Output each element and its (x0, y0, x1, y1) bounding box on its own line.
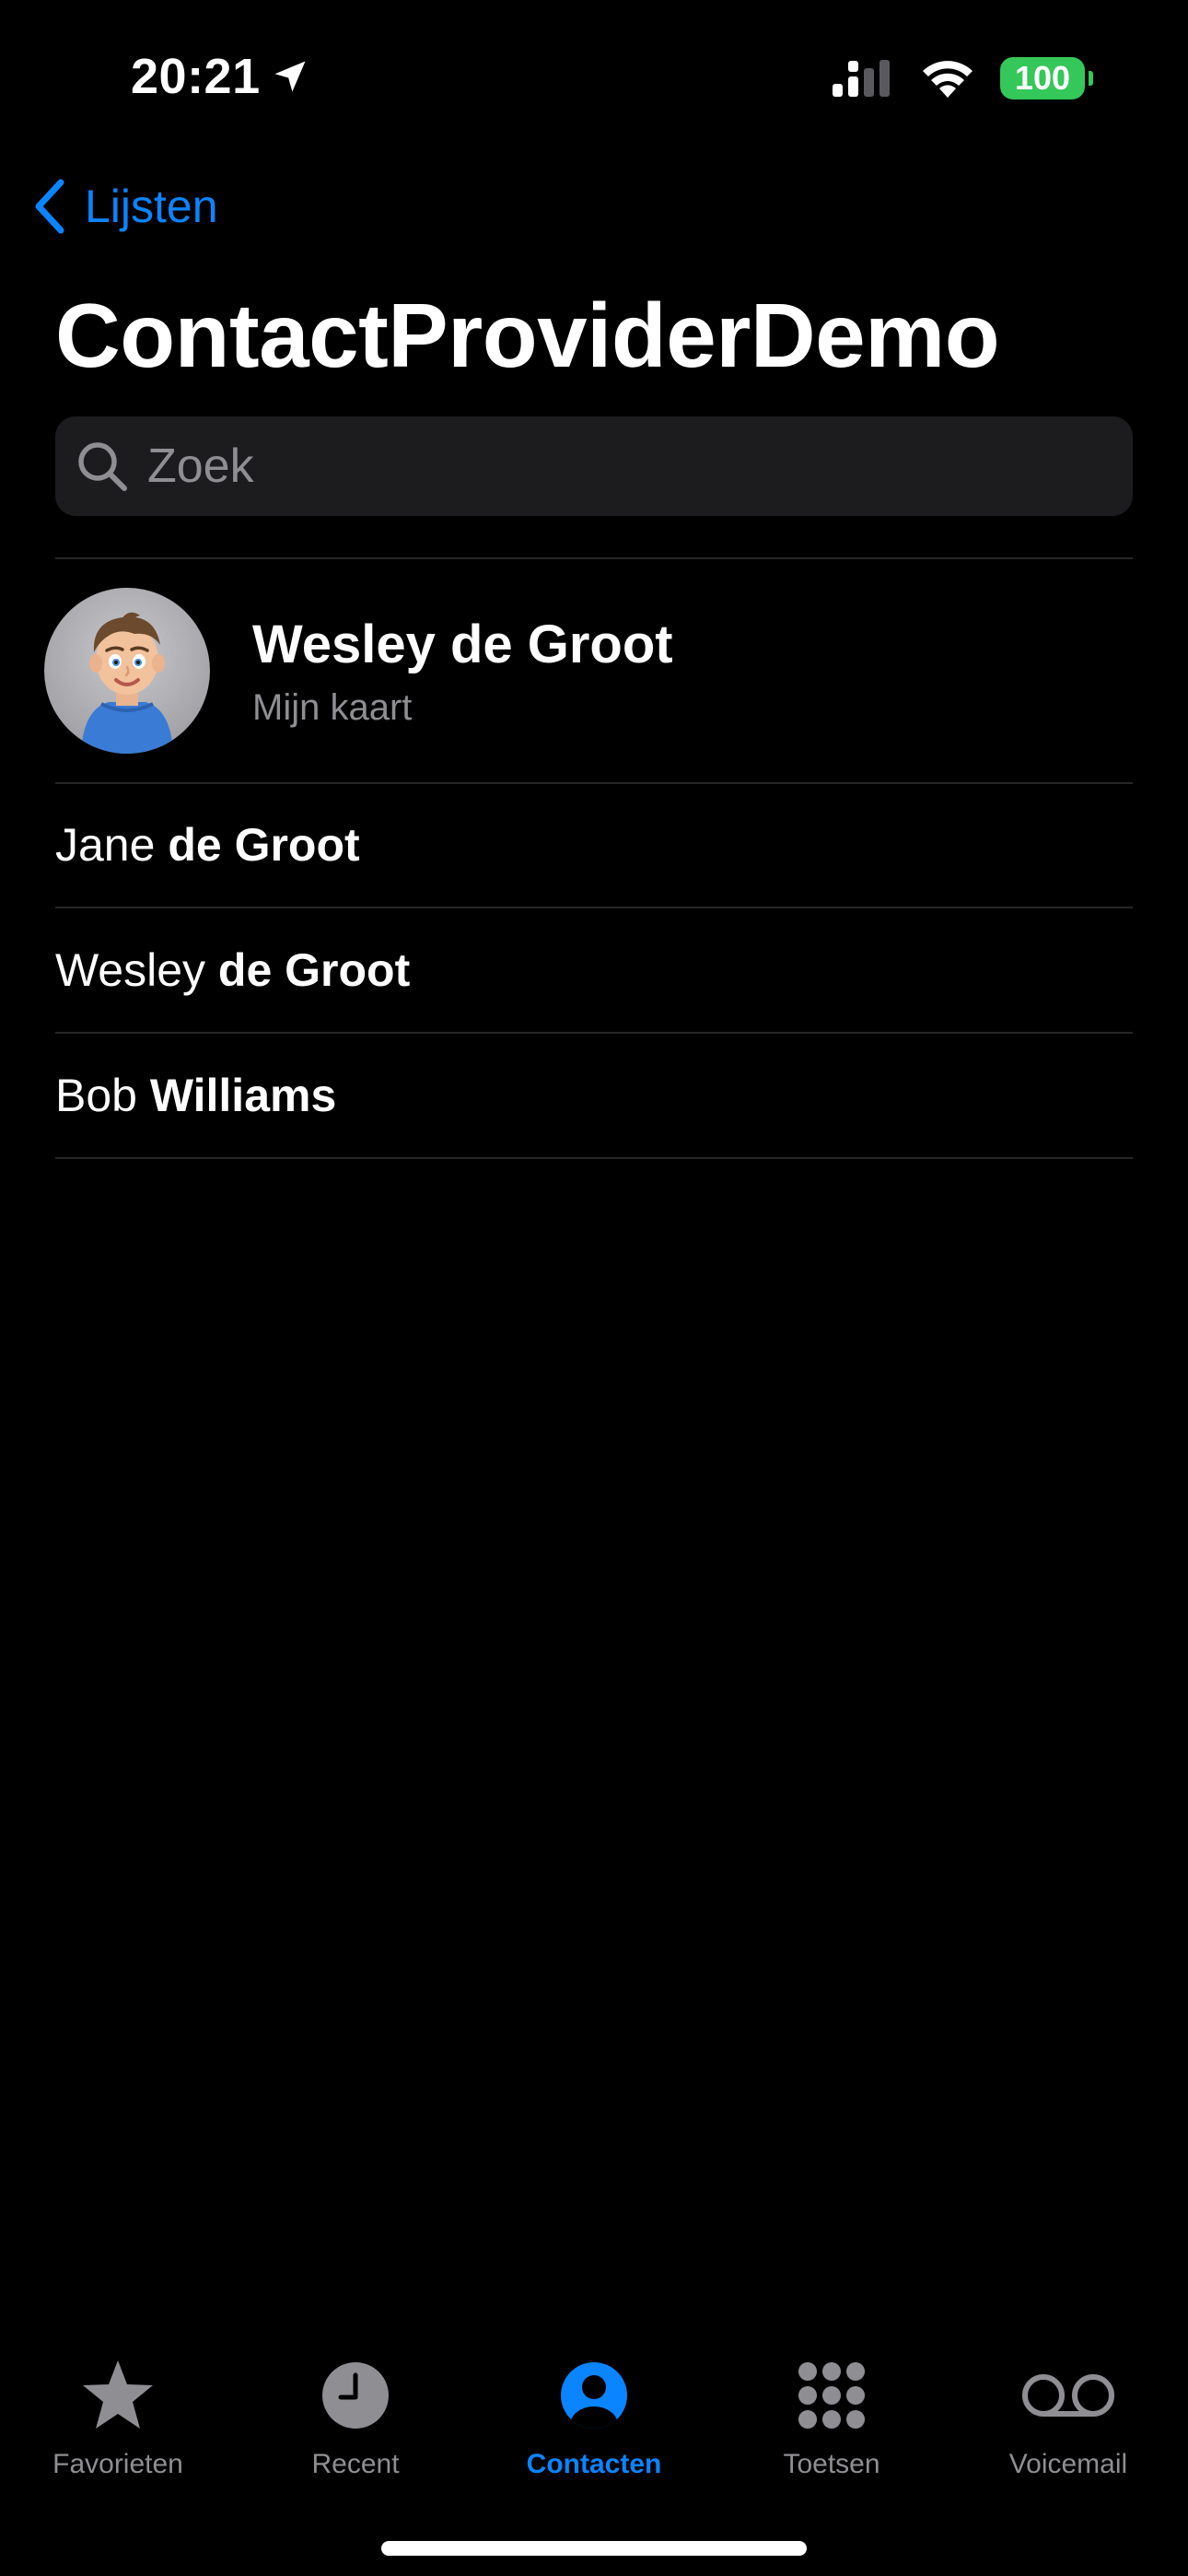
cellular-signal-icon (833, 60, 890, 97)
home-indicator[interactable] (381, 2541, 807, 2556)
contact-last-name: de Groot (168, 819, 360, 871)
contact-last-name: de Groot (217, 944, 411, 996)
tab-toetsen[interactable]: Toetsen (730, 2359, 933, 2480)
keypad-icon (798, 2362, 865, 2429)
back-button-label: Lijsten (85, 181, 218, 232)
avatar (44, 588, 210, 754)
my-card-subtitle: Mijn kaart (252, 687, 413, 728)
tab-favorieten[interactable]: Favorieten (17, 2359, 219, 2480)
tab-voicemail[interactable]: Voicemail (967, 2359, 1170, 2480)
my-card[interactable]: Wesley de Groot Mijn kaart (0, 558, 1188, 779)
chevron-left-icon (35, 179, 64, 234)
battery-indicator: 100 (1000, 57, 1093, 100)
contact-row[interactable]: Bob Williams (55, 1034, 1133, 1157)
location-arrow-icon (274, 61, 306, 92)
status-time-label: 20:21 (131, 49, 261, 104)
person-circle-icon (561, 2362, 627, 2429)
status-indicators: 100 (831, 57, 1093, 100)
contact-row[interactable]: Wesley de Groot (55, 908, 1133, 1032)
star-icon (83, 2360, 153, 2429)
memoji-avatar-icon (81, 612, 173, 754)
contact-first-name: Wesley (55, 944, 206, 996)
contact-last-name: Williams (149, 1070, 337, 1121)
contact-row[interactable]: Jane de Groot (55, 783, 1133, 907)
status-time: 20:21 (131, 48, 310, 105)
my-card-name: Wesley de Groot (252, 615, 673, 674)
clock-icon (322, 2362, 389, 2429)
battery-level: 100 (1014, 59, 1071, 97)
search-field[interactable] (55, 416, 1133, 516)
back-button[interactable]: Lijsten (33, 179, 218, 234)
wifi-icon (923, 61, 973, 98)
tab-label: Contacten (526, 2449, 662, 2479)
tab-label: Recent (311, 2449, 400, 2479)
contact-first-name: Jane (55, 819, 156, 871)
voicemail-icon (1022, 2374, 1114, 2417)
contact-first-name: Bob (55, 1070, 137, 1121)
divider (55, 1157, 1133, 1159)
tab-contacten[interactable]: Contacten (493, 2359, 695, 2480)
tab-label: Toetsen (783, 2449, 880, 2479)
tab-recent[interactable]: Recent (254, 2359, 457, 2480)
tab-label: Voicemail (1008, 2449, 1128, 2479)
search-input[interactable] (146, 438, 1070, 495)
search-icon (78, 442, 127, 491)
page-title: ContactProviderDemo (55, 285, 1000, 386)
tab-label: Favorieten (52, 2449, 183, 2479)
